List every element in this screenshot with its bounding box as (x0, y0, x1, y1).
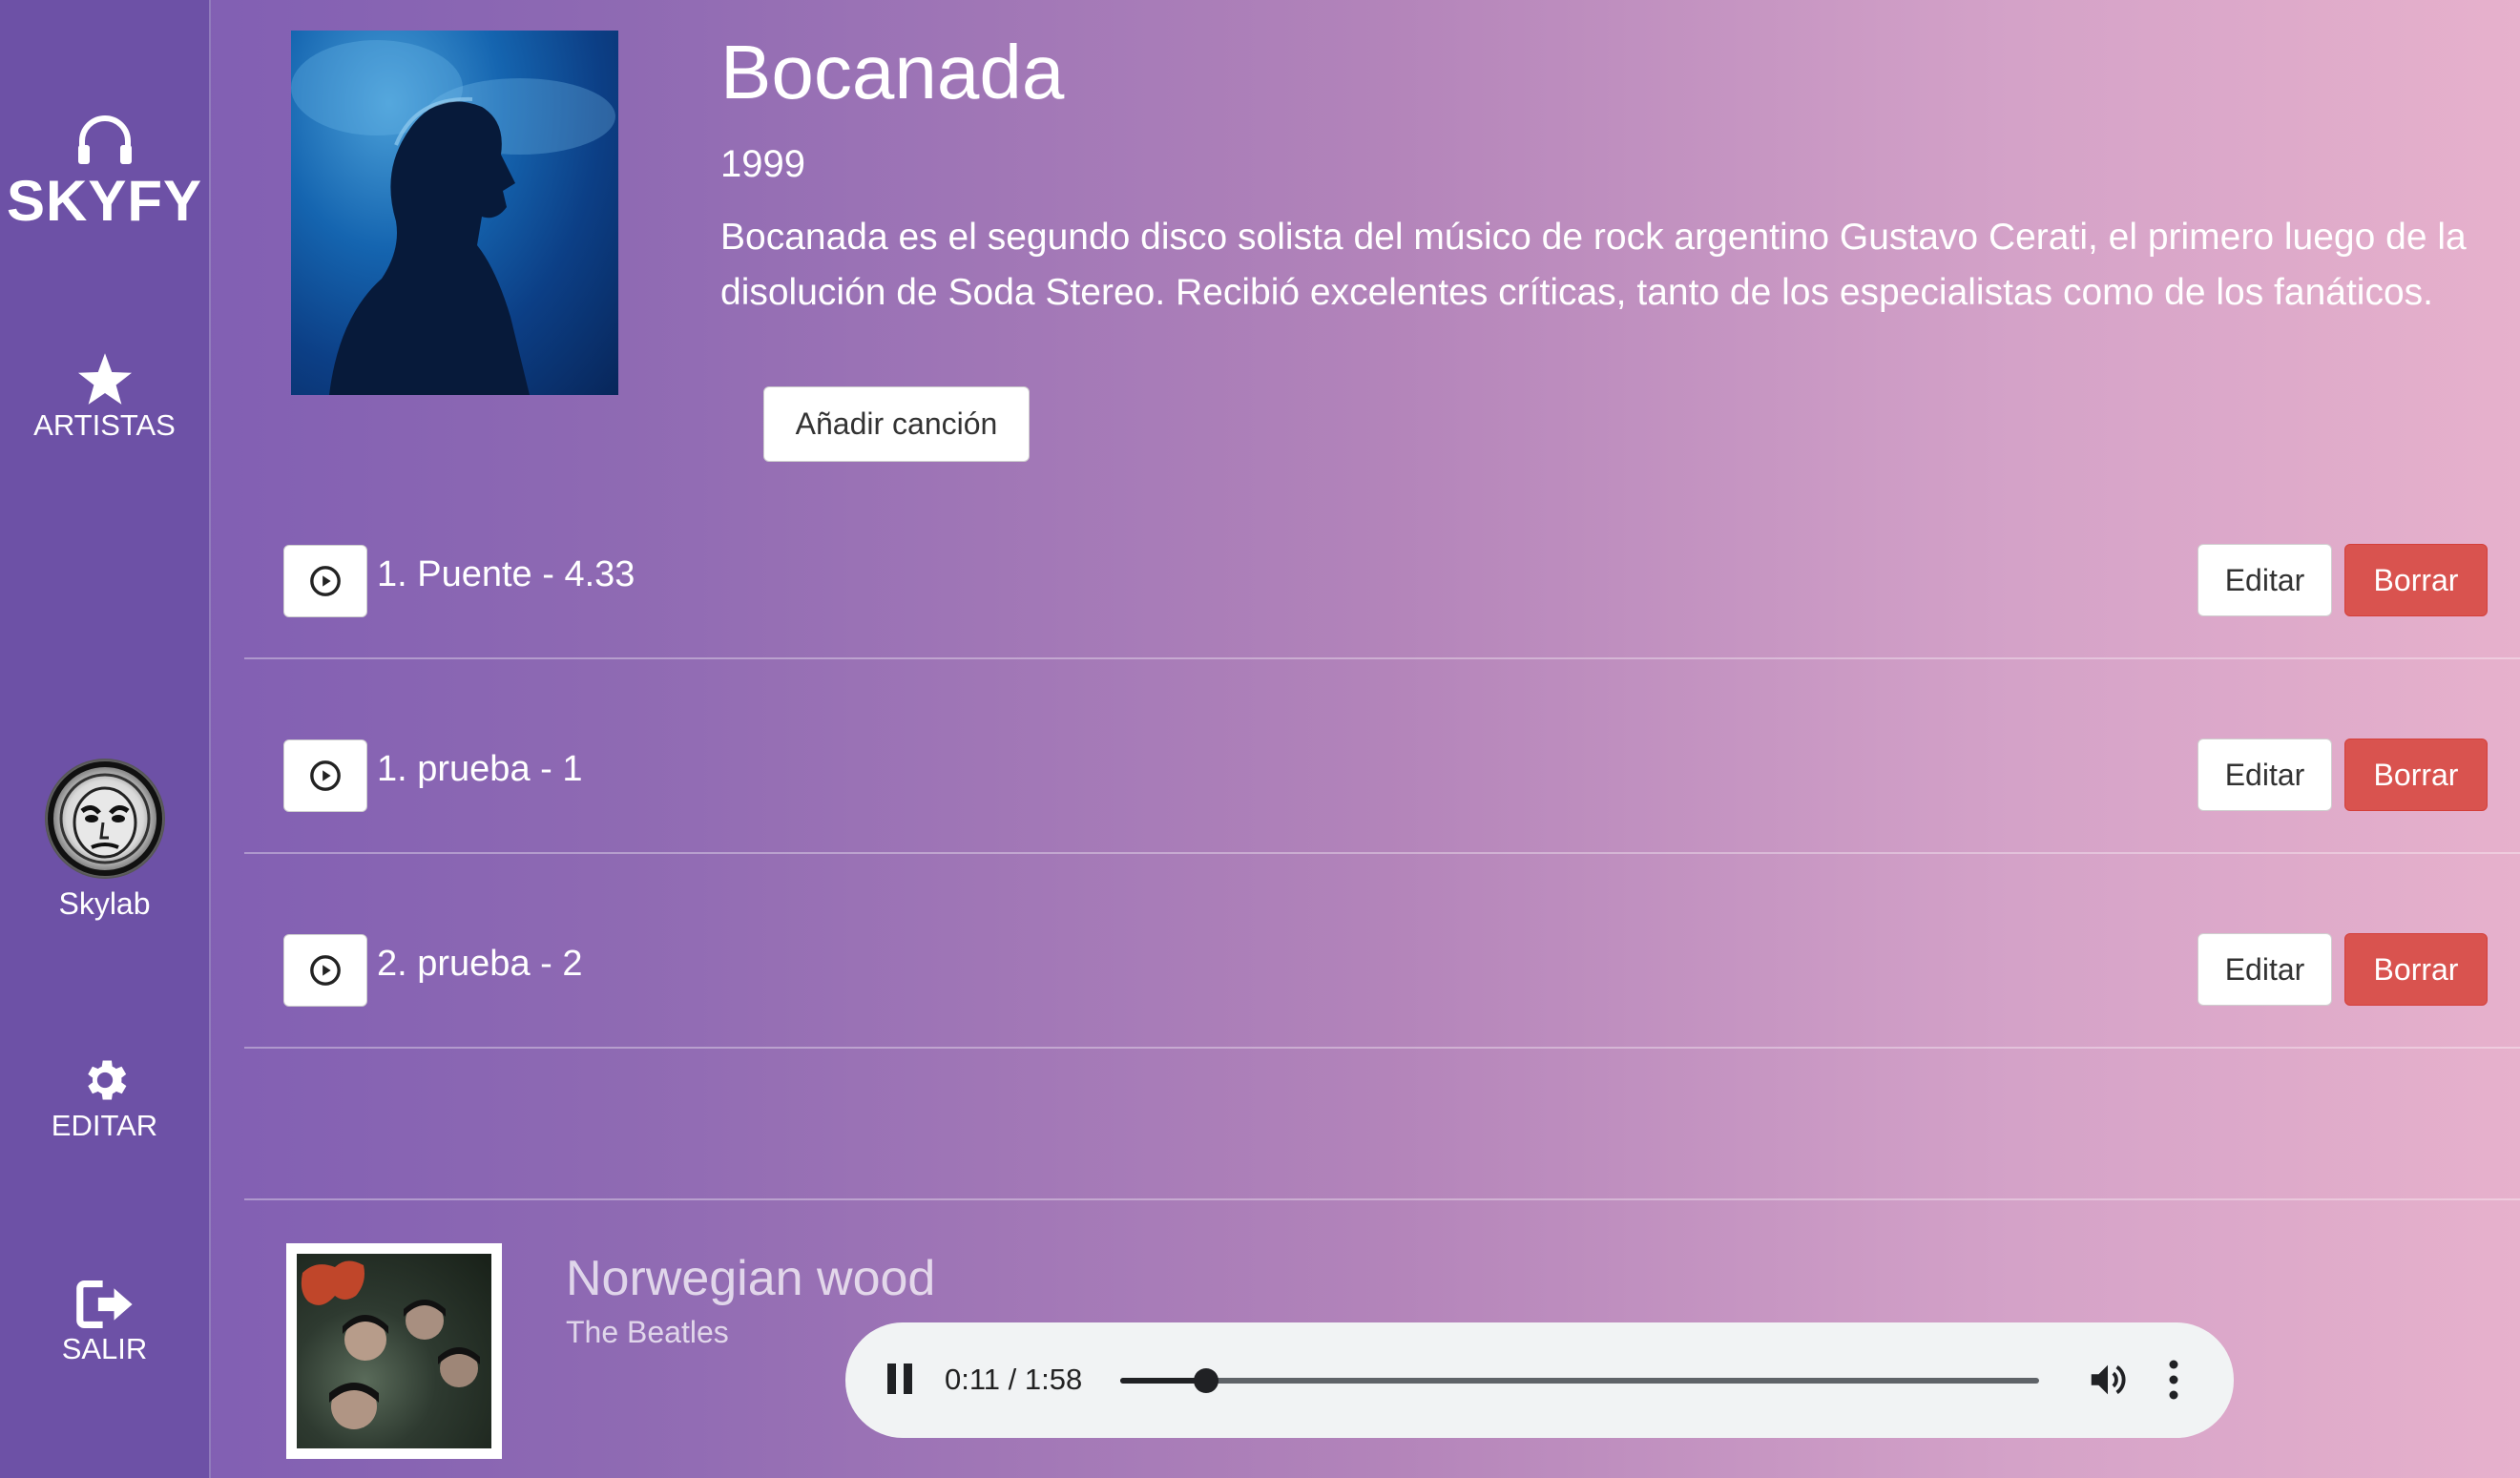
delete-song-button[interactable]: Borrar (2344, 933, 2488, 1006)
play-song-button[interactable] (283, 934, 367, 1007)
sidebar-item-artistas[interactable]: ARTISTAS (0, 353, 209, 443)
playback-time: 0:11 / 1:58 (945, 1363, 1083, 1396)
user-name: Skylab (58, 886, 151, 921)
play-circle-icon (310, 760, 341, 791)
more-options-button[interactable] (2166, 1359, 2181, 1405)
sidebar: SKYFY ARTISTAS Skylab EDITAR SALIR (0, 0, 211, 1478)
seek-bar-handle[interactable] (1193, 1368, 1218, 1393)
now-playing-title: Norwegian wood (566, 1251, 936, 1306)
album-title: Bocanada (720, 30, 1065, 114)
volume-icon (2091, 1364, 2126, 1395)
user-profile[interactable]: Skylab (0, 759, 209, 922)
astronaut-face-icon (47, 761, 162, 876)
edit-song-button[interactable]: Editar (2197, 739, 2332, 811)
divider (244, 1198, 2520, 1200)
play-circle-icon (310, 566, 341, 596)
sidebar-item-label: EDITAR (51, 1109, 158, 1142)
audio-player: 0:11 / 1:58 (845, 1322, 2234, 1438)
volume-button[interactable] (2086, 1358, 2130, 1406)
album-description: Bocanada es el segundo disco solista del… (720, 217, 2467, 313)
pause-button[interactable] (884, 1360, 916, 1403)
song-row: 1. prueba - 1 Editar Borrar (244, 657, 2520, 854)
delete-song-button[interactable]: Borrar (2344, 739, 2488, 811)
sidebar-item-label: ARTISTAS (33, 408, 176, 442)
app-logo[interactable]: SKYFY (0, 113, 209, 234)
play-song-button[interactable] (283, 739, 367, 812)
headphones-icon (77, 115, 132, 164)
app-name: SKYFY (6, 169, 203, 233)
now-playing-cover-art (297, 1254, 491, 1448)
add-song-button[interactable]: Añadir canción (763, 386, 1030, 462)
sidebar-item-salir[interactable]: SALIR (0, 1279, 209, 1366)
song-row: 2. prueba - 2 Editar Borrar (244, 852, 2520, 1049)
pause-icon (887, 1364, 912, 1394)
album-year: 1999 (720, 143, 805, 185)
edit-song-button[interactable]: Editar (2197, 544, 2332, 616)
sidebar-item-label: SALIR (61, 1332, 148, 1365)
play-circle-icon (310, 955, 341, 986)
album-cover (291, 31, 618, 395)
now-playing-cover (286, 1243, 502, 1459)
star-icon (77, 353, 132, 405)
song-title: 2. prueba - 2 (377, 944, 583, 984)
logout-icon (75, 1280, 133, 1329)
seek-bar[interactable] (1120, 1368, 2039, 1393)
edit-song-button[interactable]: Editar (2197, 933, 2332, 1006)
play-song-button[interactable] (283, 545, 367, 617)
song-title: 1. prueba - 1 (377, 749, 583, 789)
sidebar-item-editar[interactable]: EDITAR (0, 1053, 209, 1143)
gear-icon (87, 1060, 126, 1100)
song-title: 1. Puente - 4.33 (377, 554, 635, 594)
song-row: 1. Puente - 4.33 Editar Borrar (244, 463, 2520, 659)
delete-song-button[interactable]: Borrar (2344, 544, 2488, 616)
more-vertical-icon (2169, 1360, 2178, 1400)
band-photo (301, 1260, 480, 1429)
avatar[interactable] (44, 759, 165, 879)
now-playing-artist: The Beatles (566, 1315, 729, 1349)
album-cover-art (291, 40, 615, 395)
